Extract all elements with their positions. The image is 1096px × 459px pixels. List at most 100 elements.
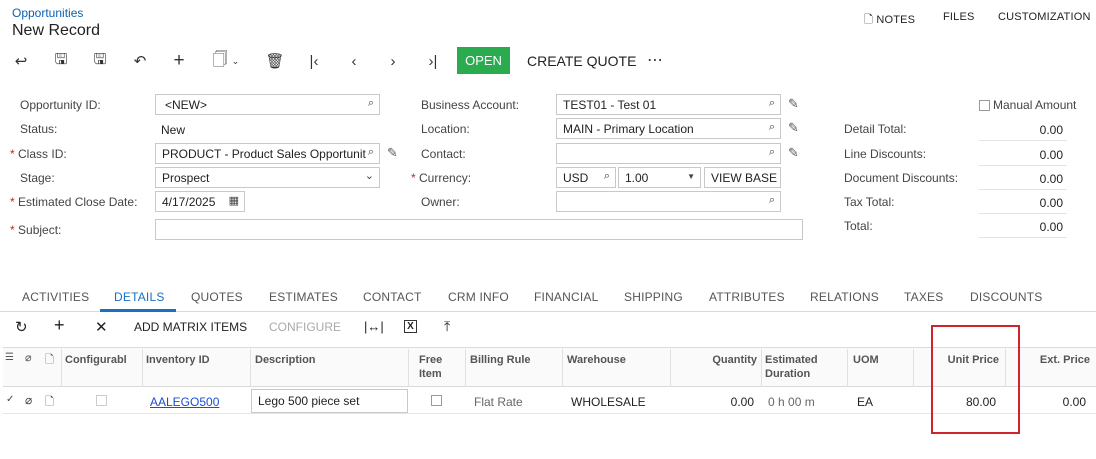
checkbox[interactable] bbox=[979, 99, 990, 111]
view-base-button[interactable]: VIEW BASE bbox=[704, 167, 781, 188]
tab-details[interactable]: DETAILS bbox=[114, 290, 165, 304]
clipboard-icon[interactable]: 🗍 ⌄ bbox=[206, 48, 246, 74]
configurable-checkbox[interactable] bbox=[96, 395, 107, 406]
chevron-down-icon: ⌄ bbox=[364, 170, 374, 182]
edit-pencil-icon[interactable]: ✎ bbox=[387, 145, 398, 161]
delete-row-icon[interactable]: ✕ bbox=[95, 318, 108, 336]
column-estimated-duration[interactable]: Estimated Duration bbox=[765, 353, 835, 381]
tab-quotes[interactable]: QUOTES bbox=[191, 290, 243, 304]
first-record-icon[interactable]: |‹ bbox=[301, 48, 327, 74]
location-field[interactable]: MAIN - Primary Location ⌕ bbox=[556, 118, 781, 139]
save-icon[interactable]: 🖫 bbox=[87, 48, 113, 74]
column-separator bbox=[562, 349, 563, 387]
column-free-item[interactable]: Free Item bbox=[419, 353, 453, 381]
customization-link[interactable]: CUSTOMIZATION bbox=[998, 11, 1091, 23]
business-account-field[interactable]: TEST01 - Test 01 ⌕ bbox=[556, 94, 781, 115]
next-record-icon[interactable]: › bbox=[380, 48, 406, 74]
search-icon[interactable]: ⌕ bbox=[368, 97, 374, 110]
billing-rule-value: Flat Rate bbox=[474, 395, 523, 409]
column-description[interactable]: Description bbox=[255, 353, 316, 367]
tab-attributes[interactable]: ATTRIBUTES bbox=[709, 290, 785, 304]
manual-amount-checkbox[interactable]: Manual Amount bbox=[979, 98, 1076, 112]
open-button[interactable]: OPEN bbox=[457, 47, 510, 74]
column-quantity[interactable]: Quantity bbox=[676, 353, 757, 367]
search-icon[interactable]: ⌕ bbox=[368, 146, 374, 159]
column-ext-price[interactable]: Ext. Price bbox=[1011, 353, 1090, 367]
breadcrumb[interactable]: Opportunities bbox=[12, 6, 83, 20]
opportunity-id-field[interactable]: <NEW> ⌕ bbox=[155, 94, 380, 115]
tab-discounts[interactable]: DISCOUNTS bbox=[970, 290, 1042, 304]
edit-pencil-icon[interactable]: ✎ bbox=[788, 96, 799, 112]
class-id-value: PRODUCT - Product Sales Opportunit bbox=[162, 147, 366, 161]
create-quote-button[interactable]: CREATE QUOTE bbox=[527, 53, 636, 69]
last-record-icon[interactable]: ›| bbox=[420, 48, 446, 74]
tab-taxes[interactable]: TAXES bbox=[904, 290, 943, 304]
add-icon[interactable]: + bbox=[166, 48, 192, 74]
more-icon[interactable]: ⋯ bbox=[647, 50, 664, 70]
search-icon[interactable]: ⌕ bbox=[604, 170, 610, 183]
column-separator bbox=[761, 349, 762, 387]
owner-field[interactable]: ⌕ bbox=[556, 191, 781, 212]
search-icon[interactable]: ⌕ bbox=[769, 146, 775, 159]
contact-field[interactable]: ⌕ bbox=[556, 143, 781, 164]
quantity-value[interactable]: 0.00 bbox=[676, 395, 754, 409]
note-icon[interactable]: 🗋 bbox=[45, 393, 54, 412]
line-discounts-label: Line Discounts: bbox=[844, 147, 927, 161]
fit-columns-icon[interactable]: |↔| bbox=[364, 319, 384, 334]
description-input[interactable]: Lego 500 piece set bbox=[251, 389, 408, 413]
add-row-icon[interactable]: + bbox=[54, 315, 65, 336]
tab-relations[interactable]: RELATIONS bbox=[810, 290, 879, 304]
edit-pencil-icon[interactable]: ✎ bbox=[788, 120, 799, 136]
tab-estimates[interactable]: ESTIMATES bbox=[269, 290, 338, 304]
undo-icon[interactable]: ↶ bbox=[127, 48, 153, 74]
export-excel-icon[interactable]: X bbox=[404, 318, 417, 333]
add-matrix-items-button[interactable]: ADD MATRIX ITEMS bbox=[134, 320, 247, 334]
inventory-id-link[interactable]: AALEGO500 bbox=[150, 395, 219, 409]
free-item-checkbox[interactable] bbox=[431, 395, 442, 406]
owner-label: Owner: bbox=[421, 195, 460, 209]
tab-financial[interactable]: FINANCIAL bbox=[534, 290, 598, 304]
total-label: Total: bbox=[844, 219, 873, 233]
column-billing-rule[interactable]: Billing Rule bbox=[470, 353, 531, 367]
save-close-icon[interactable]: 🖫 bbox=[48, 48, 74, 74]
column-uom[interactable]: UOM bbox=[853, 353, 879, 367]
column-separator bbox=[847, 349, 848, 387]
status-value: New bbox=[161, 123, 186, 137]
opportunity-id-value: <NEW> bbox=[165, 98, 208, 112]
uom-value[interactable]: EA bbox=[857, 395, 873, 409]
tab-activities[interactable]: ACTIVITIES bbox=[22, 290, 89, 304]
status-label: Status: bbox=[20, 122, 58, 136]
column-configurable[interactable]: Configurabl bbox=[65, 353, 127, 367]
tab-contact[interactable]: CONTACT bbox=[363, 290, 422, 304]
column-inventory-id[interactable]: Inventory ID bbox=[146, 353, 210, 367]
search-icon[interactable]: ⌕ bbox=[769, 194, 775, 207]
stage-select[interactable]: Prospect ⌄ bbox=[155, 167, 380, 188]
subject-field[interactable] bbox=[155, 219, 803, 240]
search-icon[interactable]: ⌕ bbox=[769, 97, 775, 110]
notes-link[interactable]: 🗋 NOTES bbox=[864, 11, 915, 30]
configure-button[interactable]: CONFIGURE bbox=[269, 320, 341, 334]
column-warehouse[interactable]: Warehouse bbox=[567, 353, 626, 367]
class-id-field[interactable]: PRODUCT - Product Sales Opportunit ⌕ bbox=[155, 143, 380, 164]
search-icon[interactable]: ⌕ bbox=[769, 121, 775, 134]
document-discounts-label: Document Discounts: bbox=[844, 171, 959, 185]
currency-rate-select[interactable]: 1.00 ▼ bbox=[618, 167, 701, 188]
tab-shipping[interactable]: SHIPPING bbox=[624, 290, 683, 304]
refresh-icon[interactable]: ↻ bbox=[15, 318, 28, 336]
upload-icon[interactable]: ⤒ bbox=[444, 318, 450, 335]
column-separator bbox=[61, 349, 62, 387]
currency-label: * Currency: bbox=[411, 171, 472, 185]
row-settings-icon[interactable]: ☰ bbox=[5, 352, 14, 363]
delete-icon[interactable]: 🗑 bbox=[262, 48, 288, 74]
files-link[interactable]: FILES bbox=[943, 11, 975, 23]
currency-code-field[interactable]: USD ⌕ bbox=[556, 167, 616, 188]
attachment-icon[interactable]: ⌀ bbox=[25, 393, 32, 407]
edit-pencil-icon[interactable]: ✎ bbox=[788, 145, 799, 161]
previous-record-icon[interactable]: ‹ bbox=[341, 48, 367, 74]
back-icon[interactable]: ↩ bbox=[8, 48, 34, 74]
close-date-field[interactable]: 4/17/2025 ▦ bbox=[155, 191, 245, 212]
column-separator bbox=[670, 349, 671, 387]
calendar-icon[interactable]: ▦ bbox=[229, 194, 239, 207]
tab-crm-info[interactable]: CRM INFO bbox=[448, 290, 509, 304]
warehouse-value[interactable]: WHOLESALE bbox=[571, 395, 646, 409]
